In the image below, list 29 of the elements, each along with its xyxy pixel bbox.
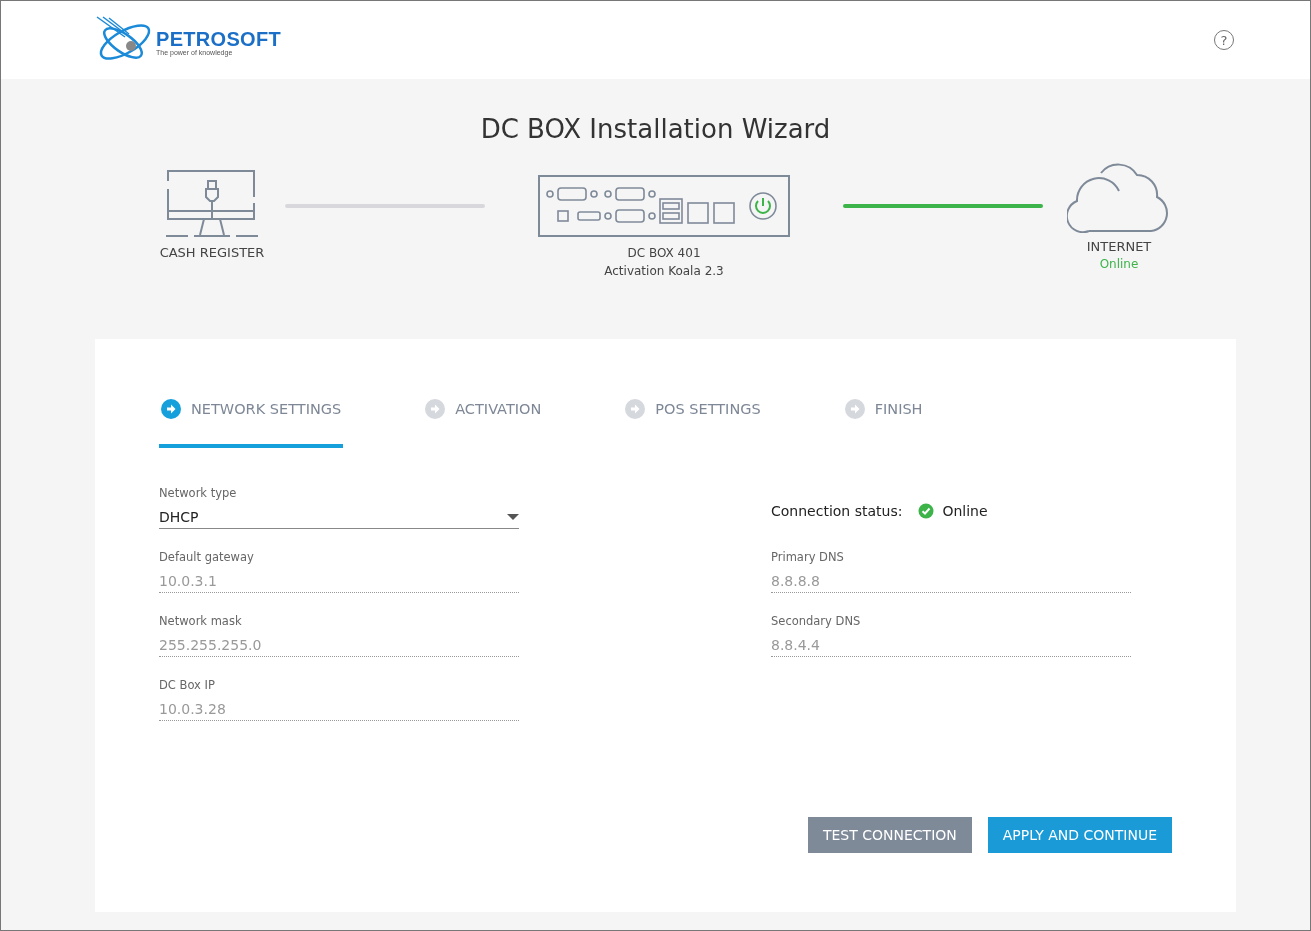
test-button[interactable]: TEST CONNECTION <box>807 817 972 854</box>
field-label: Default gateway <box>159 549 255 566</box>
status-label: Connection status: <box>771 503 903 520</box>
field-label: Secondary DNS <box>771 613 862 630</box>
field-label: Network type <box>159 485 238 502</box>
field-label: DC Box IP <box>159 677 216 694</box>
arrow-circle-icon <box>844 399 865 420</box>
step-tab[interactable]: ACTIVATION <box>423 397 544 449</box>
status-text: Online <box>1099 256 1139 274</box>
caret-icon <box>507 513 519 520</box>
cloud-icon <box>1067 161 1171 234</box>
step-tab[interactable]: POS SETTINGS <box>623 397 763 449</box>
arrow-circle-icon <box>161 399 181 420</box>
node-sublabel: Activation Koala 2.3 <box>604 263 724 281</box>
arrow-circle-icon <box>625 399 646 420</box>
page-title: DC BOX Installation Wizard <box>479 113 832 146</box>
logo-wordmark: PETROSOFT <box>156 29 281 49</box>
field-label: Primary DNS <box>771 549 845 566</box>
status-value: Online <box>942 503 988 520</box>
node-label: CASH REGISTER <box>159 245 265 262</box>
field-label: Network mask <box>159 613 243 630</box>
node-label: INTERNET <box>1086 239 1152 256</box>
arrow-circle-icon <box>425 399 446 420</box>
dropdown-field[interactable]: DHCP <box>159 501 519 530</box>
monitor-with-plug-icon <box>166 169 258 240</box>
step-tab[interactable]: NETWORK SETTINGS <box>159 397 344 449</box>
node-label: DC BOX 401 <box>627 245 701 263</box>
step-tab[interactable]: FINISH <box>842 397 925 449</box>
apply-button[interactable]: APPLY AND CONTINUE <box>987 817 1172 854</box>
